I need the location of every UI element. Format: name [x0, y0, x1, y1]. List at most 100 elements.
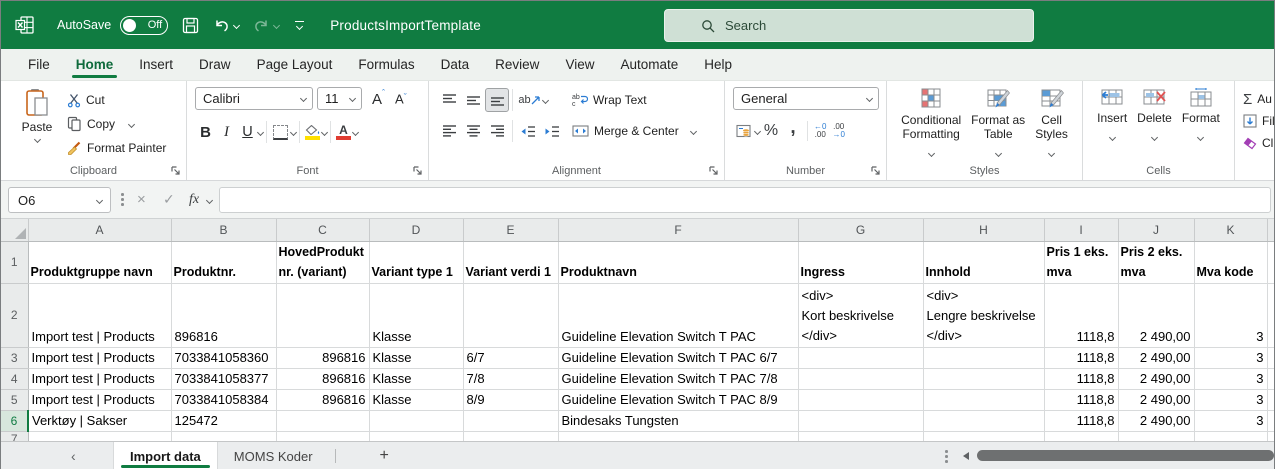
row-header-5[interactable]: 5 [1, 389, 28, 410]
cell-I5[interactable]: 1118,8 [1044, 389, 1118, 410]
underline-dropdown-chevron[interactable] [257, 128, 264, 135]
cell-K6[interactable]: 3 [1194, 410, 1267, 431]
cell-partial-5[interactable] [1267, 389, 1274, 410]
cell-C7[interactable] [276, 431, 369, 441]
cell-B6[interactable]: 125472 [171, 410, 276, 431]
align-right-button[interactable] [485, 119, 509, 143]
cell-partial-2[interactable] [1267, 283, 1274, 347]
cell-K3[interactable]: 3 [1194, 347, 1267, 368]
cell-H2[interactable]: <div> Lengre beskrivelse </div> [923, 283, 1044, 347]
format-painter-button[interactable]: Format Painter [67, 136, 166, 160]
cell-C6[interactable] [276, 410, 369, 431]
cell-D6[interactable] [369, 410, 463, 431]
cell-E7[interactable] [463, 431, 558, 441]
cell-partial-7[interactable] [1267, 431, 1274, 441]
undo-button[interactable] [213, 17, 239, 34]
col-header-E[interactable]: E [463, 219, 558, 241]
insert-function-button[interactable]: fx [189, 192, 199, 208]
cell-A3[interactable]: Import test | Products [28, 347, 171, 368]
cell-C2[interactable] [276, 283, 369, 347]
italic-button[interactable]: I [216, 120, 237, 144]
formula-bar-grip[interactable] [121, 193, 124, 208]
row-header-4[interactable]: 4 [1, 368, 28, 389]
underline-button[interactable]: U [237, 120, 258, 144]
font-color-dropdown-chevron[interactable] [352, 128, 359, 135]
sheet-tab-import-data[interactable]: Import data [113, 442, 218, 469]
quick-access-customize-button[interactable] [295, 21, 304, 29]
cell-C4[interactable]: 896816 [276, 368, 369, 389]
autosave-toggle[interactable]: Off [120, 16, 168, 35]
clear-button[interactable]: Cl [1243, 132, 1274, 154]
ribbon-tab-help[interactable]: Help [691, 49, 745, 80]
cell-J7[interactable] [1118, 431, 1194, 441]
increase-decimal-button[interactable]: ←0 .00 [814, 123, 826, 139]
cell-partial-3[interactable] [1267, 347, 1274, 368]
ribbon-tab-review[interactable]: Review [482, 49, 552, 80]
cell-K2[interactable]: 3 [1194, 283, 1267, 347]
col-header-G[interactable]: G [798, 219, 923, 241]
cell-D3[interactable]: Klasse [369, 347, 463, 368]
comma-style-button[interactable]: , [782, 116, 804, 140]
ribbon-tab-data[interactable]: Data [428, 49, 483, 80]
decrease-decimal-button[interactable]: .00 →0 [832, 123, 844, 139]
cell-G6[interactable] [798, 410, 923, 431]
add-sheet-button[interactable]: + [366, 442, 403, 469]
formula-bar-expand-chevron[interactable] [206, 197, 213, 204]
col-header-F[interactable]: F [558, 219, 798, 241]
cell-H5[interactable] [923, 389, 1044, 410]
align-top-button[interactable] [437, 88, 461, 112]
select-all-corner[interactable] [1, 219, 28, 241]
font-color-button[interactable]: A [336, 125, 351, 140]
cell-K7[interactable] [1194, 431, 1267, 441]
cell-A7[interactable] [28, 431, 171, 441]
cell-A4[interactable]: Import test | Products [28, 368, 171, 389]
redo-button[interactable] [253, 17, 279, 34]
wrap-text-button[interactable]: ab c Wrap Text [572, 87, 696, 113]
cell-D1[interactable]: Variant type 1 [369, 241, 463, 283]
copy-button[interactable]: Copy [67, 112, 166, 136]
cell-B2[interactable]: 896816 [171, 283, 276, 347]
row-header-3[interactable]: 3 [1, 347, 28, 368]
cell-partial-1[interactable] [1267, 241, 1274, 283]
ribbon-tab-automate[interactable]: Automate [607, 49, 691, 80]
cell-B7[interactable] [171, 431, 276, 441]
cell-J2[interactable]: 2 490,00 [1118, 283, 1194, 347]
col-header-K[interactable]: K [1194, 219, 1267, 241]
cell-K5[interactable]: 3 [1194, 389, 1267, 410]
ribbon-tab-home[interactable]: Home [63, 49, 127, 80]
cell-E4[interactable]: 7/8 [463, 368, 558, 389]
align-middle-button[interactable] [461, 88, 485, 112]
cell-B5[interactable]: 7033841058384 [171, 389, 276, 410]
cancel-button[interactable]: × [137, 191, 146, 208]
cut-button[interactable]: Cut [67, 88, 166, 112]
cell-D2[interactable]: Klasse [369, 283, 463, 347]
cell-H4[interactable] [923, 368, 1044, 389]
cell-I1[interactable]: Pris 1 eks. mva [1044, 241, 1118, 283]
cell-B3[interactable]: 7033841058360 [171, 347, 276, 368]
formula-input[interactable] [219, 187, 1271, 213]
cell-I3[interactable]: 1118,8 [1044, 347, 1118, 368]
ribbon-tab-file[interactable]: File [15, 49, 63, 80]
shrink-font-button[interactable]: Aˇ [395, 90, 407, 106]
sheet-tab-moms-koder[interactable]: MOMS Koder [218, 442, 329, 469]
cell-A2[interactable]: Import test | Products [28, 283, 171, 347]
grow-font-button[interactable]: Aˆ [372, 90, 385, 108]
row-header-1[interactable]: 1 [1, 241, 28, 283]
enter-button[interactable]: ✓ [163, 191, 175, 208]
alignment-dialog-launcher[interactable] [709, 166, 719, 176]
cell-G1[interactable]: Ingress [798, 241, 923, 283]
cell-A5[interactable]: Import test | Products [28, 389, 171, 410]
cell-I6[interactable]: 1118,8 [1044, 410, 1118, 431]
cell-F1[interactable]: Produktnavn [558, 241, 798, 283]
ribbon-tab-view[interactable]: View [552, 49, 607, 80]
cell-B1[interactable]: Produktnr. [171, 241, 276, 283]
row-header-6[interactable]: 6 [1, 410, 28, 431]
fill-color-button[interactable] [305, 125, 320, 140]
horizontal-scrollbar-thumb[interactable] [977, 450, 1274, 461]
row-header-2[interactable]: 2 [1, 283, 28, 347]
cell-J6[interactable]: 2 490,00 [1118, 410, 1194, 431]
cell-G2[interactable]: <div> Kort beskrivelse </div> [798, 283, 923, 347]
col-header-H[interactable]: H [923, 219, 1044, 241]
col-header-I[interactable]: I [1044, 219, 1118, 241]
fill-color-dropdown-chevron[interactable] [321, 128, 328, 135]
